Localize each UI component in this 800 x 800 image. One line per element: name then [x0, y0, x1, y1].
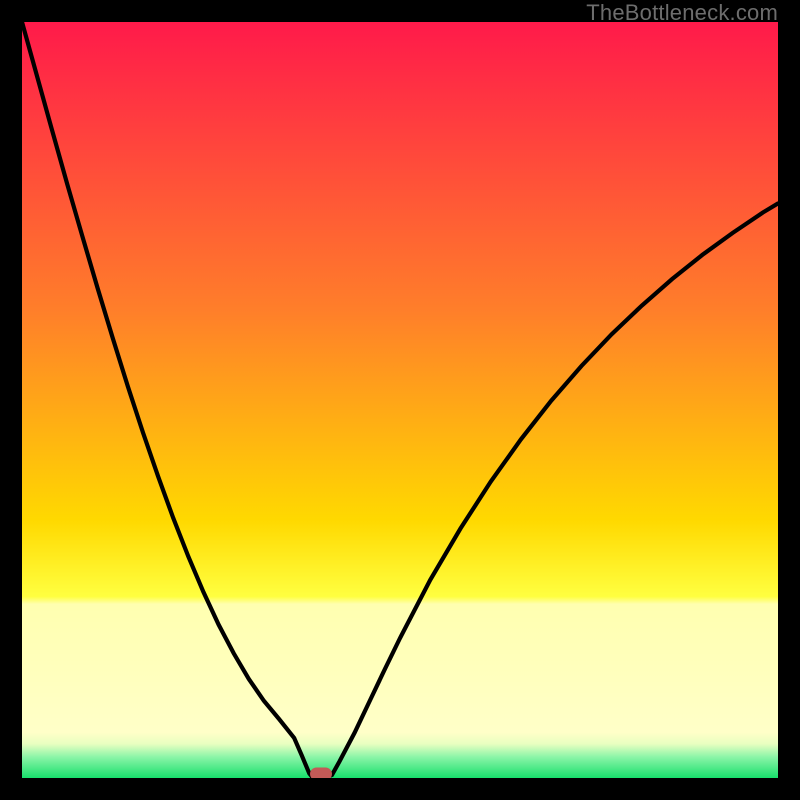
bottleneck-curve: [22, 22, 778, 778]
plot-area: [22, 22, 778, 778]
chart-frame: TheBottleneck.com: [0, 0, 800, 800]
credit-text: TheBottleneck.com: [586, 0, 778, 26]
minimum-marker: [310, 768, 332, 778]
